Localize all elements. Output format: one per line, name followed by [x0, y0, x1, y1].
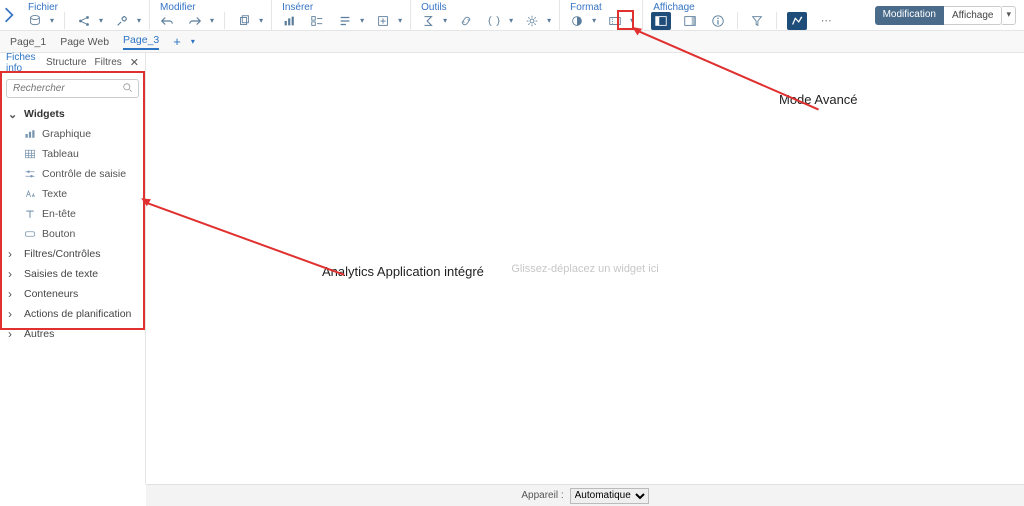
- search-input[interactable]: [6, 79, 139, 98]
- chevron-down-icon[interactable]: ▾: [191, 37, 195, 46]
- insert-more-icon[interactable]: [374, 12, 392, 30]
- chevron-down-icon[interactable]: ▾: [50, 16, 54, 25]
- panel-tab-filters[interactable]: Filtres: [95, 57, 122, 68]
- add-page-button[interactable]: +: [173, 34, 181, 49]
- chevron-down-icon[interactable]: ▾: [210, 16, 214, 25]
- chevron-down-icon[interactable]: ▾: [398, 16, 402, 25]
- undo-icon[interactable]: [158, 12, 176, 30]
- tree-section-others[interactable]: Autres: [4, 324, 145, 344]
- mode-switch: Modification Affichage ▾: [875, 0, 1024, 30]
- table-icon: [24, 148, 36, 160]
- mode-view[interactable]: Affichage: [944, 6, 1003, 25]
- menu-group-edit: Modifier ▾ ▾: [150, 0, 272, 30]
- tab-page-web[interactable]: Page Web: [60, 36, 109, 48]
- panel-tabs: Fiches info Structure Filtres ✕: [0, 53, 145, 73]
- chevron-down-icon[interactable]: ▾: [137, 16, 141, 25]
- chart-icon[interactable]: [280, 12, 298, 30]
- copy-icon[interactable]: [235, 12, 253, 30]
- redo-icon[interactable]: [186, 12, 204, 30]
- tree-item-label: Graphique: [42, 128, 91, 140]
- chevron-down-icon[interactable]: ▾: [443, 16, 447, 25]
- chevron-down-icon[interactable]: ▾: [509, 16, 513, 25]
- panel-tab-info[interactable]: Fiches info: [6, 52, 38, 74]
- tree-item-input-control[interactable]: Contrôle de saisie: [4, 164, 145, 184]
- menu-format-label[interactable]: Format: [568, 0, 634, 12]
- chevron-down-icon[interactable]: ▾: [360, 16, 364, 25]
- collapse-toolbar-caret[interactable]: [0, 0, 18, 30]
- insert-text-icon[interactable]: [336, 12, 354, 30]
- annotation-text-advanced-mode: Mode Avancé: [779, 92, 858, 107]
- theme-icon[interactable]: [568, 12, 586, 30]
- tree-item-text[interactable]: Texte: [4, 184, 145, 204]
- header-icon: [24, 208, 36, 220]
- device-select[interactable]: Automatique: [570, 488, 649, 504]
- close-panel-icon[interactable]: ✕: [130, 56, 139, 69]
- chevron-down-icon[interactable]: ▾: [259, 16, 263, 25]
- menu-view-label[interactable]: Affichage: [651, 0, 835, 12]
- insert-control-icon[interactable]: [308, 12, 326, 30]
- bottom-bar: Appareil : Automatique: [146, 484, 1024, 506]
- canvas[interactable]: Glissez-déplacez un widget ici: [146, 53, 1024, 484]
- tab-page-1[interactable]: Page_1: [10, 36, 46, 48]
- link-icon[interactable]: [457, 12, 475, 30]
- menu-tools-label[interactable]: Outils: [419, 0, 551, 12]
- search-icon[interactable]: [122, 82, 133, 96]
- menu-file-label[interactable]: Fichier: [26, 0, 141, 12]
- overflow-icon[interactable]: ⋯: [817, 12, 835, 30]
- panel-tab-structure[interactable]: Structure: [46, 57, 87, 68]
- menu-group-format: Format ▾ ▾: [560, 0, 643, 30]
- tree-item-chart[interactable]: Graphique: [4, 124, 145, 144]
- tree-item-header[interactable]: En-tête: [4, 204, 145, 224]
- tree-section-widgets[interactable]: Widgets: [4, 104, 145, 124]
- text-icon: [24, 188, 36, 200]
- tree-item-label: Contrôle de saisie: [42, 168, 126, 180]
- tree-section-text-inputs[interactable]: Saisies de texte: [4, 264, 145, 284]
- guides-icon[interactable]: [606, 12, 624, 30]
- funnel-icon[interactable]: [748, 12, 766, 30]
- mode-dropdown[interactable]: ▾: [1002, 6, 1016, 25]
- menu-edit-label[interactable]: Modifier: [158, 0, 263, 12]
- page-tabs: Page_1 Page Web Page_3 + ▾: [0, 31, 1024, 53]
- formula-icon[interactable]: [419, 12, 437, 30]
- tree-item-table[interactable]: Tableau: [4, 144, 145, 164]
- widget-tree: Widgets Graphique Tableau Contrôle de sa…: [0, 104, 145, 344]
- share-icon[interactable]: [75, 12, 93, 30]
- wrench-icon[interactable]: [113, 12, 131, 30]
- menubar: Fichier ▾ ▾ ▾ Modifier ▾ ▾ Insérer ▾: [0, 0, 1024, 31]
- chart-icon: [24, 128, 36, 140]
- tree-item-button[interactable]: Bouton: [4, 224, 145, 244]
- script-icon[interactable]: [485, 12, 503, 30]
- canvas-placeholder-text: Glissez-déplacez un widget ici: [511, 263, 658, 275]
- chevron-down-icon[interactable]: ▾: [592, 16, 596, 25]
- info-icon[interactable]: [709, 12, 727, 30]
- datasource-icon[interactable]: [26, 12, 44, 30]
- button-icon: [24, 228, 36, 240]
- slider-icon: [24, 168, 36, 180]
- chevron-down-icon[interactable]: ▾: [547, 16, 551, 25]
- tree-item-label: Bouton: [42, 228, 75, 240]
- gear-icon[interactable]: [523, 12, 541, 30]
- tab-page-3[interactable]: Page_3: [123, 34, 159, 50]
- advanced-mode-icon[interactable]: [787, 12, 807, 30]
- menu-group-insert: Insérer ▾ ▾: [272, 0, 411, 30]
- mode-modification[interactable]: Modification: [875, 6, 944, 25]
- menu-group-tools: Outils ▾ ▾ ▾: [411, 0, 560, 30]
- tree-section-filters-controls[interactable]: Filtres/Contrôles: [4, 244, 145, 264]
- menu-group-view: Affichage ⋯: [643, 0, 843, 30]
- chevron-down-icon[interactable]: ▾: [99, 16, 103, 25]
- tree-item-label: Tableau: [42, 148, 79, 160]
- panel-search: [6, 79, 139, 98]
- layout-left-panel-icon[interactable]: [651, 12, 671, 30]
- layout-right-panel-icon[interactable]: [681, 12, 699, 30]
- device-label: Appareil :: [521, 490, 563, 501]
- tree-item-label: Texte: [42, 188, 67, 200]
- tree-item-label: En-tête: [42, 208, 76, 220]
- menu-insert-label[interactable]: Insérer: [280, 0, 402, 12]
- annotation-text-analytics: Analytics Application intégré: [322, 264, 484, 279]
- tree-section-containers[interactable]: Conteneurs: [4, 284, 145, 304]
- menu-group-file: Fichier ▾ ▾ ▾: [18, 0, 150, 30]
- left-panel: Fiches info Structure Filtres ✕ Widgets …: [0, 53, 146, 484]
- tree-section-planning-actions[interactable]: Actions de planification: [4, 304, 145, 324]
